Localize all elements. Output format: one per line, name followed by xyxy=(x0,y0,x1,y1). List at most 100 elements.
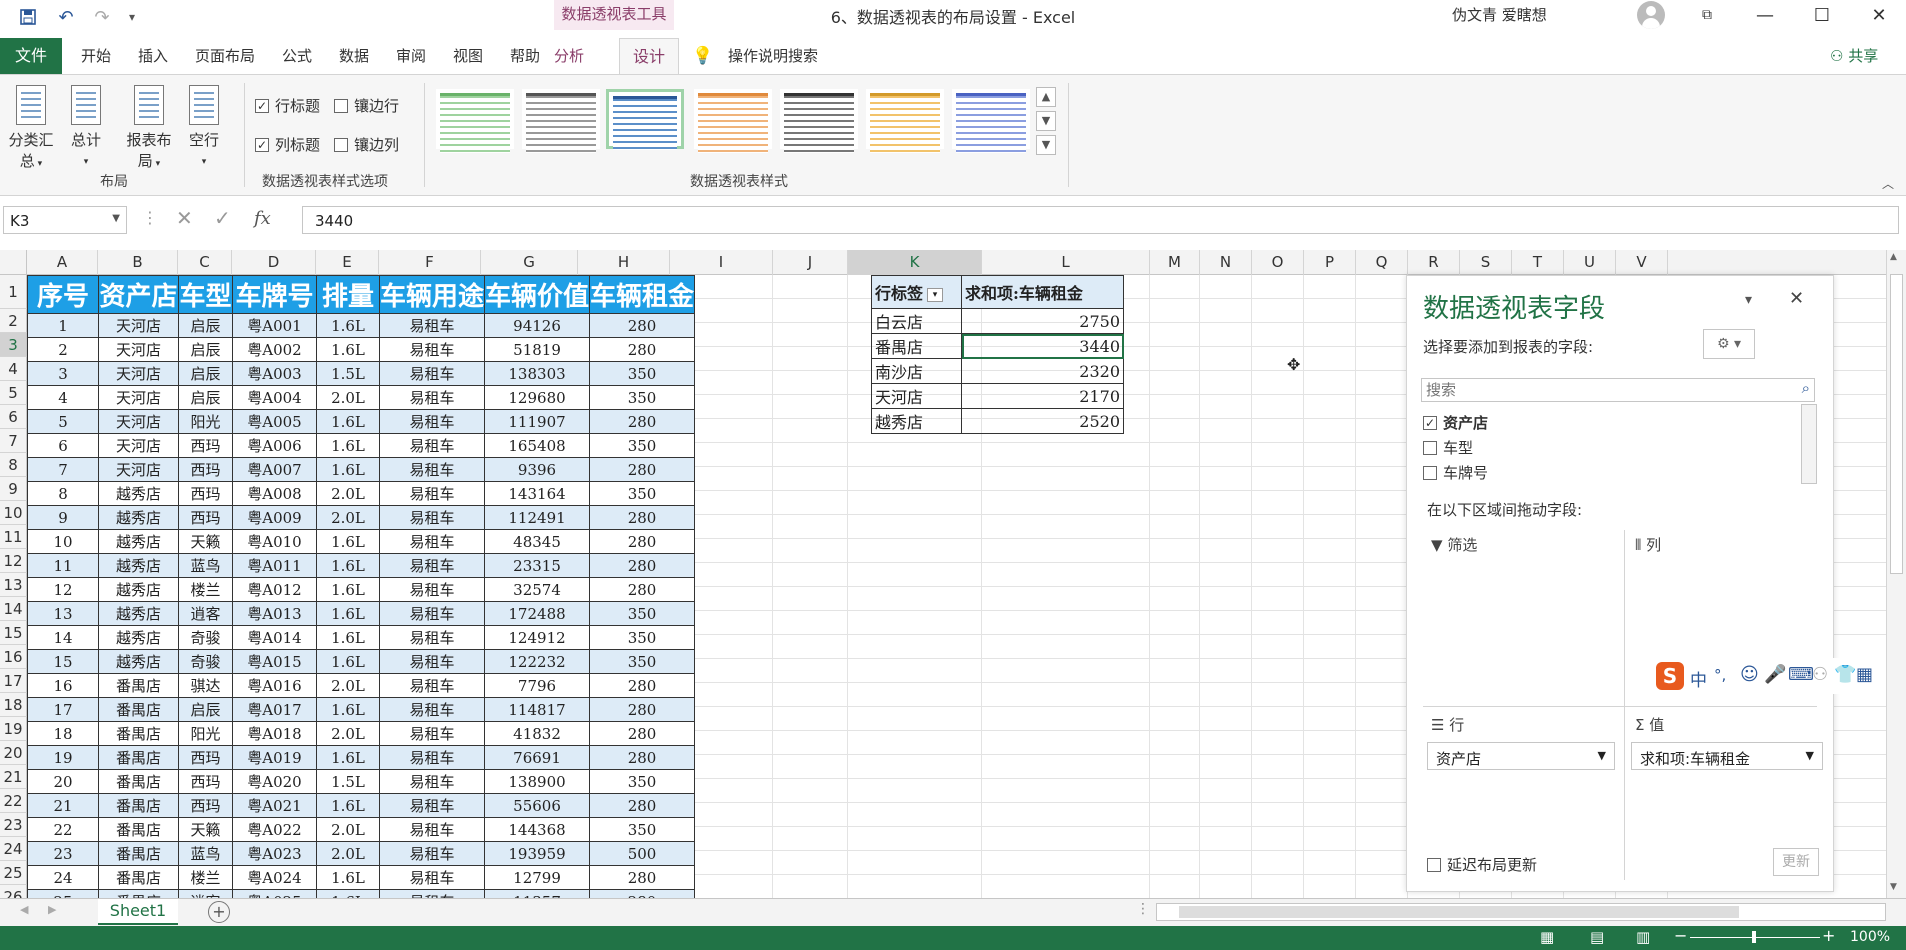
pivot-row-label-header[interactable]: 行标签 ▾ xyxy=(871,275,962,309)
table-cell[interactable]: 24 xyxy=(27,865,99,890)
table-cell[interactable]: 350 xyxy=(589,817,696,842)
ime-punctuation-toggle[interactable]: °, xyxy=(1714,666,1726,684)
select-all-button[interactable] xyxy=(0,250,27,275)
table-cell[interactable]: 350 xyxy=(589,481,696,506)
table-cell[interactable]: 番禺店 xyxy=(98,721,179,746)
table-cell[interactable]: 280 xyxy=(589,577,696,602)
close-button[interactable]: ✕ xyxy=(1854,0,1904,30)
row-header-8[interactable]: 8 xyxy=(0,453,27,477)
row-header-2[interactable]: 2 xyxy=(0,309,27,333)
minimize-button[interactable]: — xyxy=(1740,0,1790,30)
user-icon[interactable]: ⚇ xyxy=(1812,664,1828,685)
table-cell[interactable]: 1.6L xyxy=(316,577,380,602)
table-cell[interactable]: 13 xyxy=(27,601,99,626)
table-cell[interactable]: 启辰 xyxy=(178,361,233,386)
table-cell[interactable]: 奇骏 xyxy=(178,649,233,674)
table-cell[interactable]: 5 xyxy=(27,409,99,434)
column-header-U[interactable]: U xyxy=(1564,250,1616,275)
table-cell[interactable]: 350 xyxy=(589,649,696,674)
pane-options-icon[interactable]: ▾ xyxy=(1745,292,1752,308)
table-cell[interactable]: 蓝鸟 xyxy=(178,841,233,866)
table-cell[interactable]: 138900 xyxy=(484,769,591,794)
table-cell[interactable]: 阳光 xyxy=(178,409,233,434)
horizontal-scrollbar[interactable] xyxy=(1156,903,1886,921)
table-cell[interactable]: 易租车 xyxy=(378,673,486,698)
field-item[interactable]: 车型 xyxy=(1423,437,1473,458)
row-header-17[interactable]: 17 xyxy=(0,669,27,693)
values-area[interactable]: Σ 值 xyxy=(1635,714,1664,735)
table-cell[interactable]: 172488 xyxy=(484,601,591,626)
table-cell[interactable]: 1.6L xyxy=(316,697,380,722)
tab-design[interactable]: 设计 xyxy=(619,38,679,75)
table-cell[interactable]: 易租车 xyxy=(378,313,486,338)
ime-language-toggle[interactable]: 中 xyxy=(1690,666,1707,691)
toolbox-icon[interactable]: ▦ xyxy=(1856,664,1873,685)
pivot-value-cell[interactable]: 2320 xyxy=(961,358,1124,384)
table-cell[interactable]: 280 xyxy=(589,313,696,338)
styles-more-button[interactable]: ▼ xyxy=(1036,135,1056,155)
row-header-25[interactable]: 25 xyxy=(0,861,27,885)
table-cell[interactable]: 129680 xyxy=(484,385,591,410)
column-header-E[interactable]: E xyxy=(316,250,379,275)
table-cell[interactable]: 易租车 xyxy=(378,529,486,554)
column-header-J[interactable]: J xyxy=(773,250,848,275)
row-header-1[interactable]: 1 xyxy=(0,275,27,309)
table-cell[interactable]: 2.0L xyxy=(316,505,380,530)
table-cell[interactable]: 粤A020 xyxy=(232,769,317,794)
row-headers-checkbox[interactable]: ✓ 行标题 xyxy=(255,95,320,116)
column-header-G[interactable]: G xyxy=(481,250,578,275)
zoom-slider-thumb[interactable] xyxy=(1752,931,1756,943)
table-header-cell[interactable]: 序号 xyxy=(27,275,99,314)
table-cell[interactable]: 500 xyxy=(589,841,696,866)
table-cell[interactable]: 2.0L xyxy=(316,841,380,866)
table-cell[interactable]: 2.0L xyxy=(316,385,380,410)
table-cell[interactable]: 易租车 xyxy=(378,337,486,362)
table-cell[interactable]: 番禺店 xyxy=(98,841,179,866)
table-cell[interactable]: 25 xyxy=(27,889,99,898)
pivot-table[interactable]: 行标签 ▾ 求和项:车辆租金 白云店 2750 番禺店 3440 南沙店 2320 天河店 21… xyxy=(871,275,1124,434)
table-header-cell[interactable]: 资产店 xyxy=(98,275,179,314)
microphone-icon[interactable]: 🎤 xyxy=(1764,664,1786,685)
row-header-11[interactable]: 11 xyxy=(0,525,27,549)
table-cell[interactable]: 粤A021 xyxy=(232,793,317,818)
row-header-22[interactable]: 22 xyxy=(0,789,27,813)
table-cell[interactable]: 楼兰 xyxy=(178,865,233,890)
skin-icon[interactable]: 👕 xyxy=(1834,664,1856,685)
value-field-chip[interactable]: 求和项:车辆租金 ▼ xyxy=(1631,742,1823,770)
table-cell[interactable]: 楼兰 xyxy=(178,577,233,602)
page-break-view-icon[interactable]: ▥ xyxy=(1636,928,1650,946)
table-cell[interactable]: 启辰 xyxy=(178,337,233,362)
column-header-D[interactable]: D xyxy=(232,250,316,275)
col-headers-checkbox[interactable]: ✓ 列标题 xyxy=(255,134,320,155)
pivot-value-cell[interactable]: 2170 xyxy=(961,383,1124,409)
table-cell[interactable]: 易租车 xyxy=(378,481,486,506)
table-cell[interactable]: 12799 xyxy=(484,865,591,890)
table-cell[interactable]: 番禺店 xyxy=(98,865,179,890)
table-cell[interactable]: 骐达 xyxy=(178,673,233,698)
row-header-18[interactable]: 18 xyxy=(0,693,27,717)
row-header-7[interactable]: 7 xyxy=(0,429,27,453)
row-header-12[interactable]: 12 xyxy=(0,549,27,573)
table-cell[interactable]: 8 xyxy=(27,481,99,506)
field-list-tools-button[interactable]: ⚙ ▾ xyxy=(1703,329,1755,359)
collapse-ribbon-icon[interactable]: ︿ xyxy=(1882,175,1894,192)
column-header-I[interactable]: I xyxy=(670,250,773,275)
table-cell[interactable]: 越秀店 xyxy=(98,625,179,650)
table-cell[interactable]: 280 xyxy=(589,409,696,434)
column-header-L[interactable]: L xyxy=(982,250,1150,275)
table-cell[interactable]: 280 xyxy=(589,697,696,722)
table-cell[interactable]: 粤A019 xyxy=(232,745,317,770)
table-cell[interactable]: 番禺店 xyxy=(98,889,179,898)
table-cell[interactable]: 11 xyxy=(27,553,99,578)
table-cell[interactable]: 易租车 xyxy=(378,649,486,674)
row-header-20[interactable]: 20 xyxy=(0,741,27,765)
columns-area[interactable]: ⫴ 列 xyxy=(1635,534,1661,555)
banded-rows-checkbox[interactable]: 镶边行 xyxy=(334,95,399,116)
share-button[interactable]: ⚇ 共享 xyxy=(1830,46,1878,74)
normal-view-icon[interactable]: ▦ xyxy=(1540,928,1554,946)
maximize-button[interactable]: ☐ xyxy=(1797,0,1847,30)
row-field-chip[interactable]: 资产店 ▼ xyxy=(1427,742,1615,770)
pivot-value-cell[interactable]: 2750 xyxy=(961,308,1124,334)
table-cell[interactable]: 1.6L xyxy=(316,337,380,362)
split-handle-icon[interactable]: ⋮ xyxy=(1136,901,1150,917)
